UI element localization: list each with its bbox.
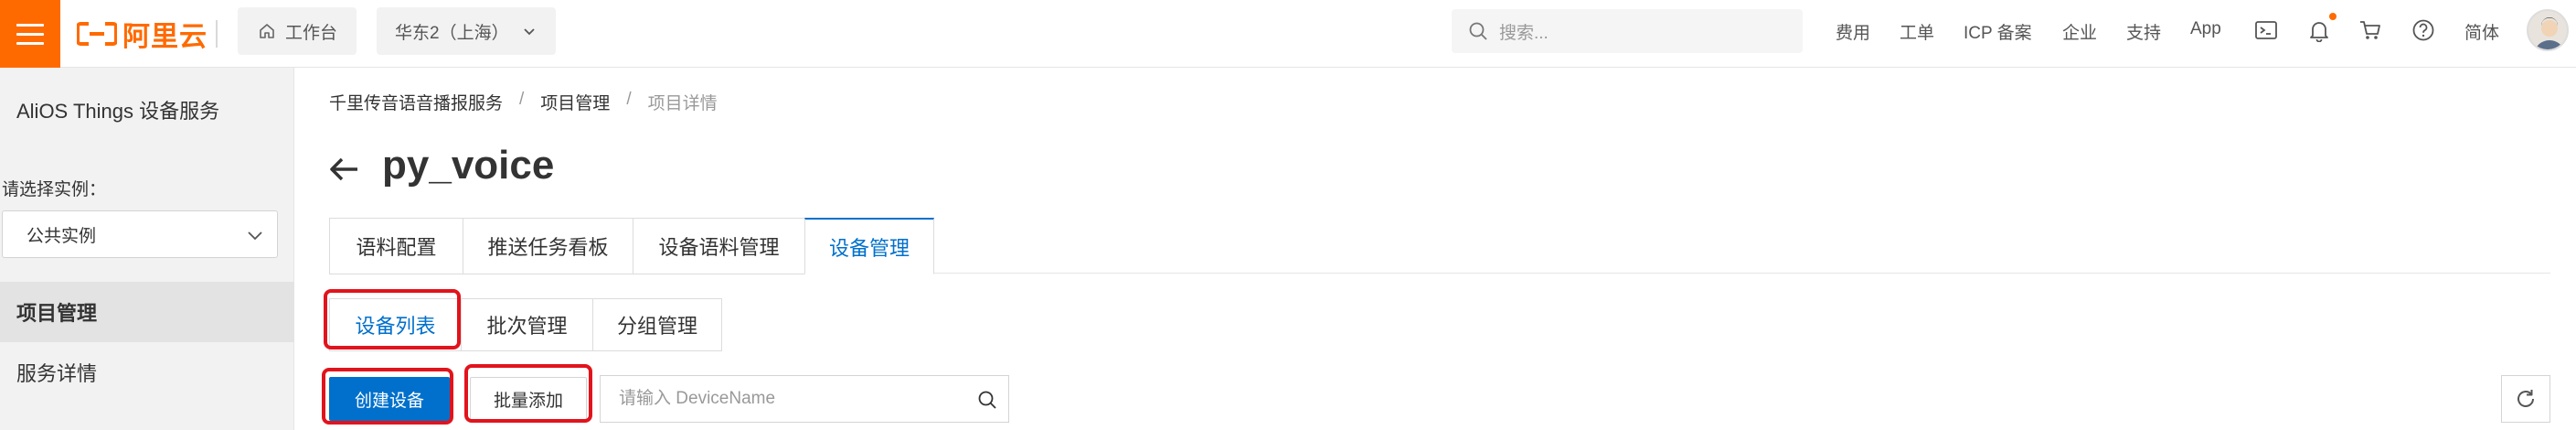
tab-corpus-config[interactable]: 语料配置 <box>329 218 463 274</box>
chevron-down-icon <box>523 28 535 36</box>
refresh-icon <box>2517 390 2534 407</box>
aliyun-logo-mark <box>77 22 117 46</box>
notification-dot <box>2329 13 2336 20</box>
workbench-button[interactable]: 工作台 <box>238 7 357 55</box>
avatar[interactable] <box>2527 9 2569 51</box>
global-search-input[interactable]: 搜索... <box>1452 9 1803 53</box>
search-icon[interactable] <box>977 390 997 410</box>
global-search-placeholder: 搜索... <box>1499 23 1549 43</box>
tab-device-management[interactable]: 设备管理 <box>804 218 934 274</box>
refresh-button[interactable] <box>2501 375 2550 423</box>
device-name-search[interactable] <box>600 375 1009 423</box>
sidebar: AliOS Things 设备服务 请选择实例： 公共实例 项目管理 服务详情 <box>0 68 294 430</box>
instance-label: 请选择实例： <box>2 180 107 199</box>
breadcrumb-separator: / <box>626 90 632 109</box>
avatar-image <box>2535 17 2564 49</box>
sidebar-item-project-management[interactable]: 项目管理 <box>0 282 294 342</box>
breadcrumb-item-current: 项目详情 <box>647 94 718 113</box>
instance-select[interactable]: 公共实例 <box>2 210 278 258</box>
sidebar-item-service-details[interactable]: 服务详情 <box>0 342 294 403</box>
tab-device-corpus[interactable]: 设备语料管理 <box>633 218 804 274</box>
instance-select-value: 公共实例 <box>27 226 97 246</box>
menu-icon[interactable] <box>0 0 60 68</box>
breadcrumb-item-service[interactable]: 千里传音语音播报服务 <box>329 90 503 114</box>
region-label: 华东2（上海） <box>395 23 509 43</box>
page-title: py_voice <box>382 143 555 188</box>
breadcrumb-item-project-management[interactable]: 项目管理 <box>540 90 610 114</box>
subtab-group-management[interactable]: 分组管理 <box>592 298 722 351</box>
cart-icon[interactable] <box>2358 18 2382 42</box>
breadcrumb-separator: / <box>519 90 525 109</box>
nav-link-icp[interactable]: ICP 备案 <box>1964 19 2032 44</box>
nav-link-app[interactable]: App <box>2190 19 2221 39</box>
create-device-button[interactable]: 创建设备 <box>329 377 450 421</box>
terminal-icon[interactable] <box>2254 18 2278 42</box>
main-tabs: 语料配置 推送任务看板 设备语料管理 设备管理 <box>329 218 934 274</box>
breadcrumb: 千里传音语音播报服务 / 项目管理 / 项目详情 <box>329 90 718 114</box>
region-selector[interactable]: 华东2（上海） <box>377 7 556 55</box>
nav-link-fees[interactable]: 费用 <box>1836 19 1870 44</box>
chevron-down-icon <box>248 231 262 241</box>
aliyun-logo[interactable]: 阿里云 <box>77 15 208 53</box>
language-switch[interactable]: 简体 <box>2464 19 2499 44</box>
help-icon[interactable] <box>2411 18 2435 42</box>
bell-icon[interactable] <box>2307 18 2331 42</box>
home-icon <box>260 24 274 38</box>
nav-link-enterprise[interactable]: 企业 <box>2062 19 2097 44</box>
nav-link-tickets[interactable]: 工单 <box>1900 19 1934 44</box>
sidebar-item-label: 项目管理 <box>16 302 98 325</box>
sidebar-title: AliOS Things 设备服务 <box>16 100 220 123</box>
batch-add-button[interactable]: 批量添加 <box>470 377 587 421</box>
back-arrow-icon[interactable] <box>327 156 360 183</box>
logo-divider <box>216 20 218 48</box>
logo-text: 阿里云 <box>122 22 208 52</box>
nav-link-support[interactable]: 支持 <box>2126 19 2161 44</box>
device-name-input[interactable] <box>619 389 966 409</box>
sidebar-item-label: 服务详情 <box>16 362 98 385</box>
sub-tabs: 设备列表 批次管理 分组管理 <box>329 298 722 351</box>
top-navigation-bar: 阿里云 工作台 华东2（上海） 搜索... 费用 工单 ICP 备案 企业 支持… <box>0 0 2576 68</box>
search-icon <box>1469 22 1487 40</box>
workbench-label: 工作台 <box>285 23 338 43</box>
subtab-batch-management[interactable]: 批次管理 <box>461 298 592 351</box>
subtab-device-list[interactable]: 设备列表 <box>329 298 461 351</box>
tab-push-task-board[interactable]: 推送任务看板 <box>463 218 633 274</box>
